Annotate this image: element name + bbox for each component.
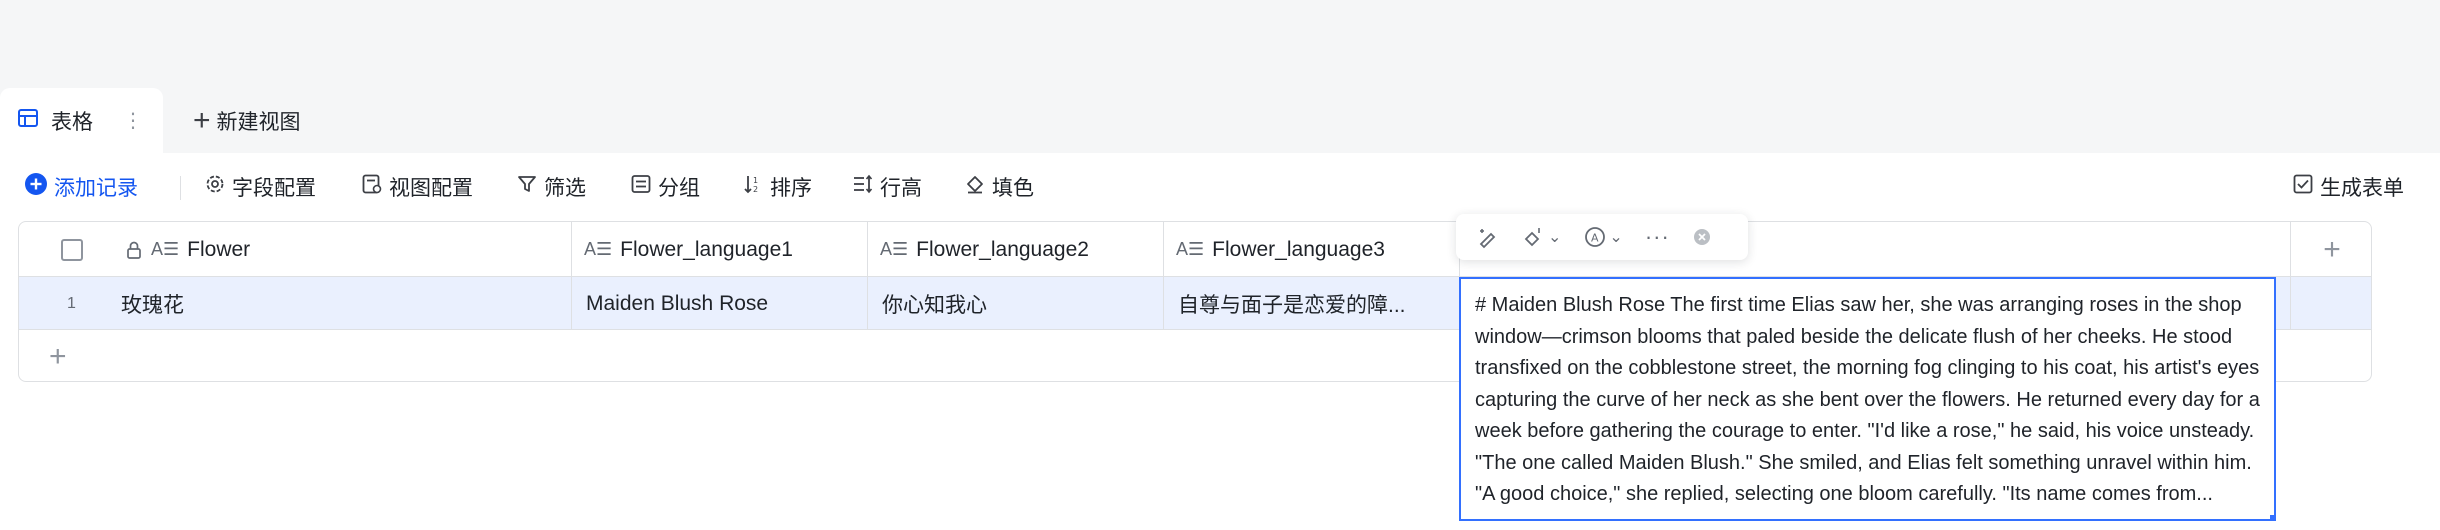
cell-flower-language2[interactable]: 你心知我心 — [868, 277, 1164, 330]
new-view-button[interactable]: + 新建视图 — [193, 88, 301, 153]
column-header-flower[interactable]: A☰ Flower — [19, 222, 572, 277]
column-header-flower-language2[interactable]: A☰ Flower_language2 — [868, 222, 1164, 277]
text-field-icon: A☰ — [584, 239, 613, 259]
select-all-checkbox[interactable] — [61, 238, 83, 261]
row-index: 1 — [67, 294, 76, 312]
row-height-label: 行高 — [880, 177, 922, 200]
text-field-icon: A☰ — [1176, 239, 1205, 259]
fill-color-button[interactable]: 填色 — [964, 164, 1034, 210]
sort-button[interactable]: 12 排序 — [742, 164, 812, 210]
column-header-flower-language1[interactable]: A☰ Flower_language1 — [572, 222, 868, 277]
column-header-flower-language3[interactable]: A☰ Flower_language3 — [1164, 222, 1460, 277]
view-settings-icon — [361, 173, 389, 201]
text-style-dropdown-icon[interactable]: A ⌄ — [1583, 225, 1623, 249]
svg-text:1: 1 — [753, 176, 758, 185]
tab-table-view[interactable]: 表格 ⋮ — [0, 88, 163, 153]
new-view-label: 新建视图 — [216, 110, 301, 134]
column-label: Flower_language3 — [1212, 237, 1385, 261]
cell-text: 玫瑰花 — [121, 293, 184, 317]
close-icon[interactable] — [1692, 227, 1712, 247]
column-label: Flower_language2 — [916, 237, 1089, 261]
group-button[interactable]: 分组 — [630, 164, 700, 210]
more-options-icon[interactable]: ··· — [1645, 224, 1670, 250]
table-icon — [17, 107, 39, 134]
form-icon — [2292, 173, 2320, 201]
long-text-editor[interactable]: # Maiden Blush Rose The first time Elias… — [1459, 277, 2276, 521]
sort-icon: 12 — [742, 173, 770, 201]
group-icon — [630, 173, 658, 201]
filter-icon — [516, 173, 544, 201]
cell-text: 你心知我心 — [882, 293, 987, 317]
tab-more-icon[interactable]: ⋮ — [123, 108, 143, 133]
gear-icon — [204, 173, 232, 201]
add-column-button[interactable]: + — [2291, 222, 2371, 277]
cell-text: Maiden Blush Rose — [586, 291, 769, 315]
ai-magic-dropdown-icon[interactable]: ⌄ — [1522, 225, 1561, 249]
add-record-label: 添加记录 — [54, 177, 138, 200]
view-config-button[interactable]: 视图配置 — [361, 164, 473, 210]
generate-form-button[interactable]: 生成表单 — [2292, 164, 2404, 210]
cell-flower-language1[interactable]: Maiden Blush Rose — [572, 277, 868, 330]
resize-handle[interactable] — [2270, 515, 2274, 519]
ai-edit-icon[interactable] — [1476, 225, 1500, 249]
text-field-icon: A☰ — [151, 239, 180, 259]
row-height-button[interactable]: 行高 — [852, 164, 922, 210]
view-tab-bar: 表格 ⋮ + 新建视图 — [0, 88, 2440, 153]
column-label: Flower — [187, 237, 251, 261]
filter-label: 筛选 — [544, 177, 586, 200]
column-label: Flower_language1 — [620, 237, 793, 261]
fill-color-label: 填色 — [992, 177, 1034, 200]
toolbar-divider — [180, 176, 181, 200]
filter-button[interactable]: 筛选 — [516, 164, 586, 210]
text-field-icon: A☰ — [880, 239, 909, 259]
lock-icon — [125, 240, 143, 260]
cell-text: 自尊与面子是恋爱的障... — [1178, 293, 1406, 317]
header-row: A☰ Flower A☰ Flower_language1 A☰ Flower_… — [19, 222, 2371, 277]
sort-label: 排序 — [770, 177, 812, 200]
long-text-content[interactable]: # Maiden Blush Rose The first time Elias… — [1475, 290, 2260, 511]
plus-icon: + — [193, 103, 211, 137]
cell-flower-language3[interactable]: 自尊与面子是恋爱的障... — [1164, 277, 1460, 330]
cell-floating-toolbar: ⌄ A ⌄ ··· — [1456, 214, 1748, 260]
field-config-button[interactable]: 字段配置 — [204, 164, 316, 210]
field-config-label: 字段配置 — [232, 177, 316, 200]
plus-circle-icon — [24, 172, 54, 202]
group-label: 分组 — [658, 177, 700, 200]
toolbar: 添加记录 字段配置 视图配置 筛选 分组 12 排序 行高 填色 生成表单 — [0, 164, 2440, 360]
view-config-label: 视图配置 — [389, 177, 473, 200]
add-record-button[interactable]: 添加记录 — [24, 164, 138, 210]
paint-bucket-icon — [964, 173, 992, 201]
add-row-button[interactable]: + — [49, 340, 67, 374]
svg-text:2: 2 — [753, 185, 758, 194]
tab-label: 表格 — [51, 110, 93, 134]
generate-form-label: 生成表单 — [2320, 177, 2404, 200]
row-height-icon — [852, 173, 880, 201]
svg-text:A: A — [1591, 232, 1599, 245]
cell-flower[interactable]: 1 玫瑰花 — [19, 277, 572, 330]
